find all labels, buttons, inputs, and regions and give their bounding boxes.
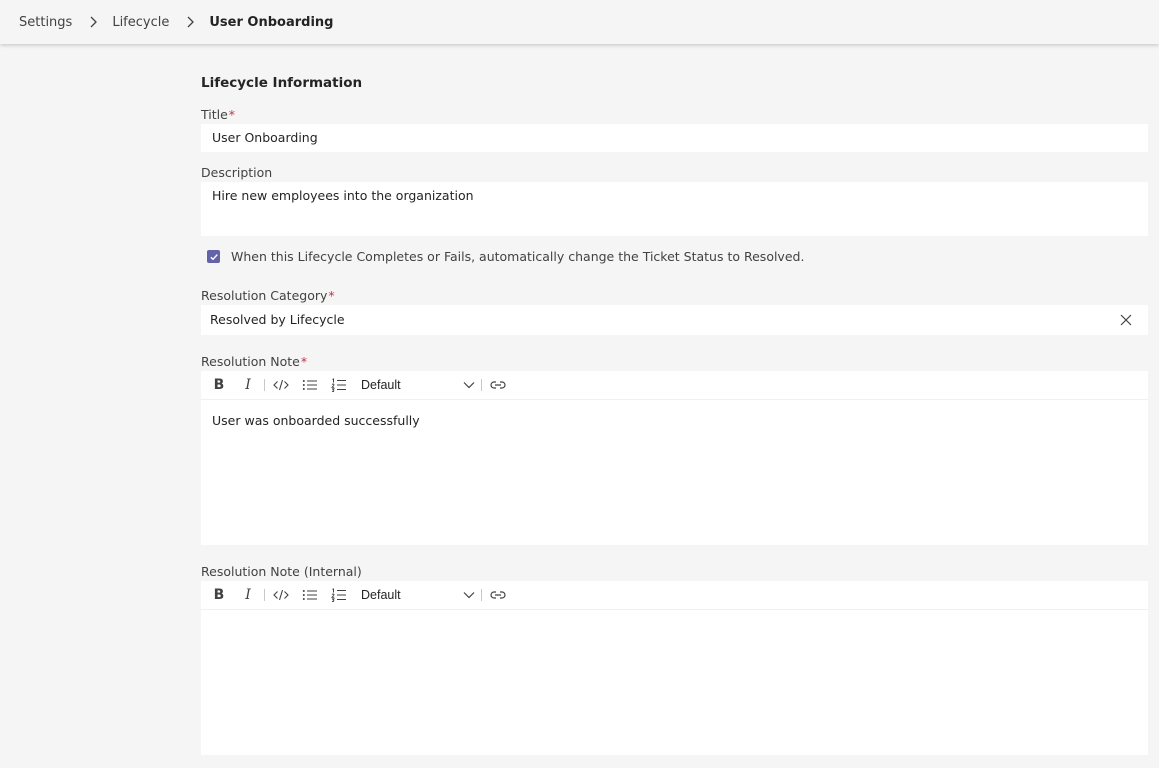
chevron-right-icon <box>89 16 98 28</box>
bold-icon[interactable]: B <box>208 374 230 396</box>
italic-icon[interactable]: I <box>237 374 259 396</box>
numbered-list-icon[interactable] <box>328 584 350 606</box>
editor-toolbar: B I Default <box>201 581 1148 610</box>
toolbar-divider <box>481 589 482 601</box>
toolbar-divider <box>264 589 265 601</box>
description-textarea[interactable]: Hire new employees into the organization <box>201 182 1148 236</box>
description-label: Description <box>201 165 273 180</box>
resolution-category-select[interactable]: Resolved by Lifecycle <box>201 305 1148 335</box>
resolution-category-label-text: Resolution Category <box>201 288 328 303</box>
breadcrumb: Settings Lifecycle User Onboarding <box>0 0 1159 44</box>
auto-resolve-row: When this Lifecycle Completes or Fails, … <box>207 249 804 264</box>
chevron-down-icon <box>463 381 475 389</box>
numbered-list-icon[interactable] <box>328 374 350 396</box>
breadcrumb-lifecycle[interactable]: Lifecycle <box>112 15 169 30</box>
resolution-category-value: Resolved by Lifecycle <box>210 312 345 327</box>
format-select[interactable]: Default <box>355 584 483 606</box>
chevron-right-icon <box>186 16 195 28</box>
code-icon[interactable] <box>270 584 292 606</box>
section-title: Lifecycle Information <box>201 75 363 91</box>
required-mark: * <box>228 107 236 122</box>
breadcrumb-settings[interactable]: Settings <box>19 15 72 30</box>
bulleted-list-icon[interactable] <box>299 374 321 396</box>
close-icon[interactable] <box>1119 313 1133 327</box>
italic-icon[interactable]: I <box>237 584 259 606</box>
toolbar-divider <box>264 379 265 391</box>
required-mark: * <box>300 354 308 369</box>
format-select[interactable]: Default <box>355 374 483 396</box>
breadcrumb-current: User Onboarding <box>209 14 334 30</box>
required-mark: * <box>328 288 335 303</box>
code-icon[interactable] <box>270 374 292 396</box>
resolution-note-label: Resolution Note* <box>201 354 307 369</box>
bold-icon[interactable]: B <box>208 584 230 606</box>
bulleted-list-icon[interactable] <box>299 584 321 606</box>
resolution-note-internal-editor: B I Default <box>201 581 1148 755</box>
resolution-note-internal-label: Resolution Note (Internal) <box>201 564 362 579</box>
format-select-value: Default <box>361 378 401 392</box>
chevron-down-icon <box>463 591 475 599</box>
link-icon[interactable] <box>487 374 509 396</box>
format-select-value: Default <box>361 588 401 602</box>
toolbar-divider <box>481 379 482 391</box>
checkmark-icon <box>209 253 218 260</box>
title-label-text: Title <box>201 107 228 122</box>
auto-resolve-label: When this Lifecycle Completes or Fails, … <box>231 249 805 264</box>
editor-toolbar: B I Default <box>201 371 1148 400</box>
title-label: Title* <box>201 107 235 122</box>
link-icon[interactable] <box>487 584 509 606</box>
resolution-category-label: Resolution Category* <box>201 288 335 303</box>
resolution-note-internal-body[interactable] <box>201 610 1148 636</box>
resolution-note-editor: B I Default User was onboarded successfu… <box>201 371 1148 545</box>
auto-resolve-checkbox[interactable] <box>207 250 220 263</box>
title-input[interactable]: User Onboarding <box>201 124 1148 152</box>
resolution-note-label-text: Resolution Note <box>201 354 300 369</box>
resolution-note-body[interactable]: User was onboarded successfully <box>201 400 1148 441</box>
